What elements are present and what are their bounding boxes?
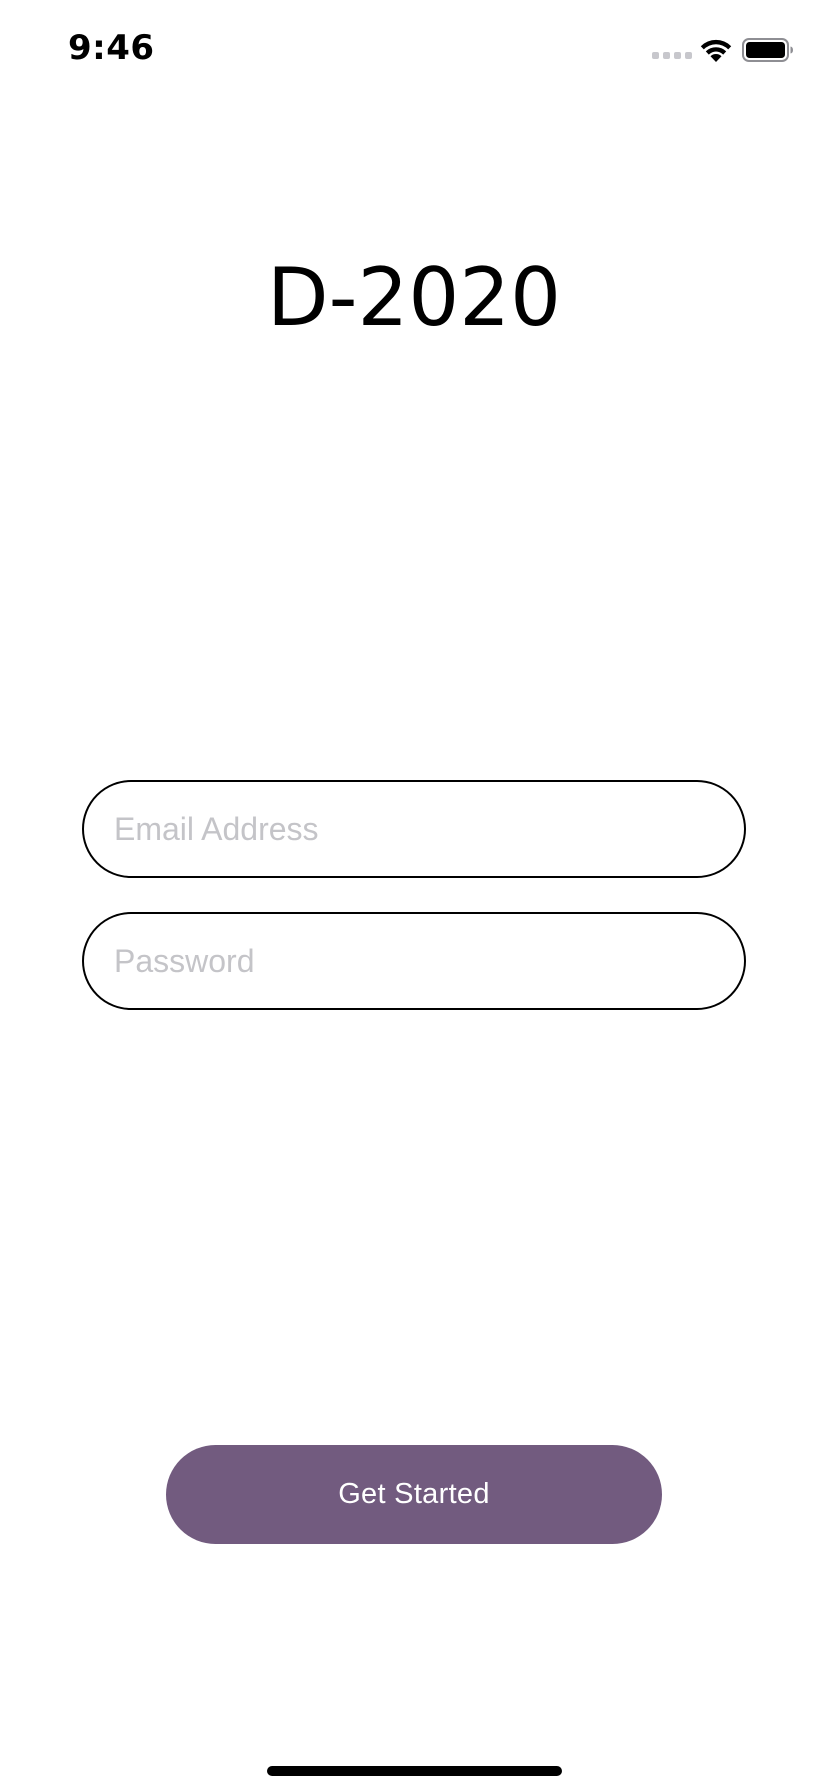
wifi-icon xyxy=(700,39,732,62)
status-time: 9:46 xyxy=(68,28,155,68)
password-input[interactable] xyxy=(84,914,744,1008)
battery-icon xyxy=(742,38,793,62)
email-input[interactable] xyxy=(84,782,744,876)
signal-icon xyxy=(652,52,692,62)
app-title: D-2020 xyxy=(266,251,562,344)
password-field[interactable] xyxy=(82,912,746,1010)
status-bar: 9:46 xyxy=(0,0,828,100)
get-started-button[interactable]: Get Started xyxy=(166,1445,662,1544)
email-field[interactable] xyxy=(82,780,746,878)
home-indicator[interactable] xyxy=(267,1766,562,1776)
